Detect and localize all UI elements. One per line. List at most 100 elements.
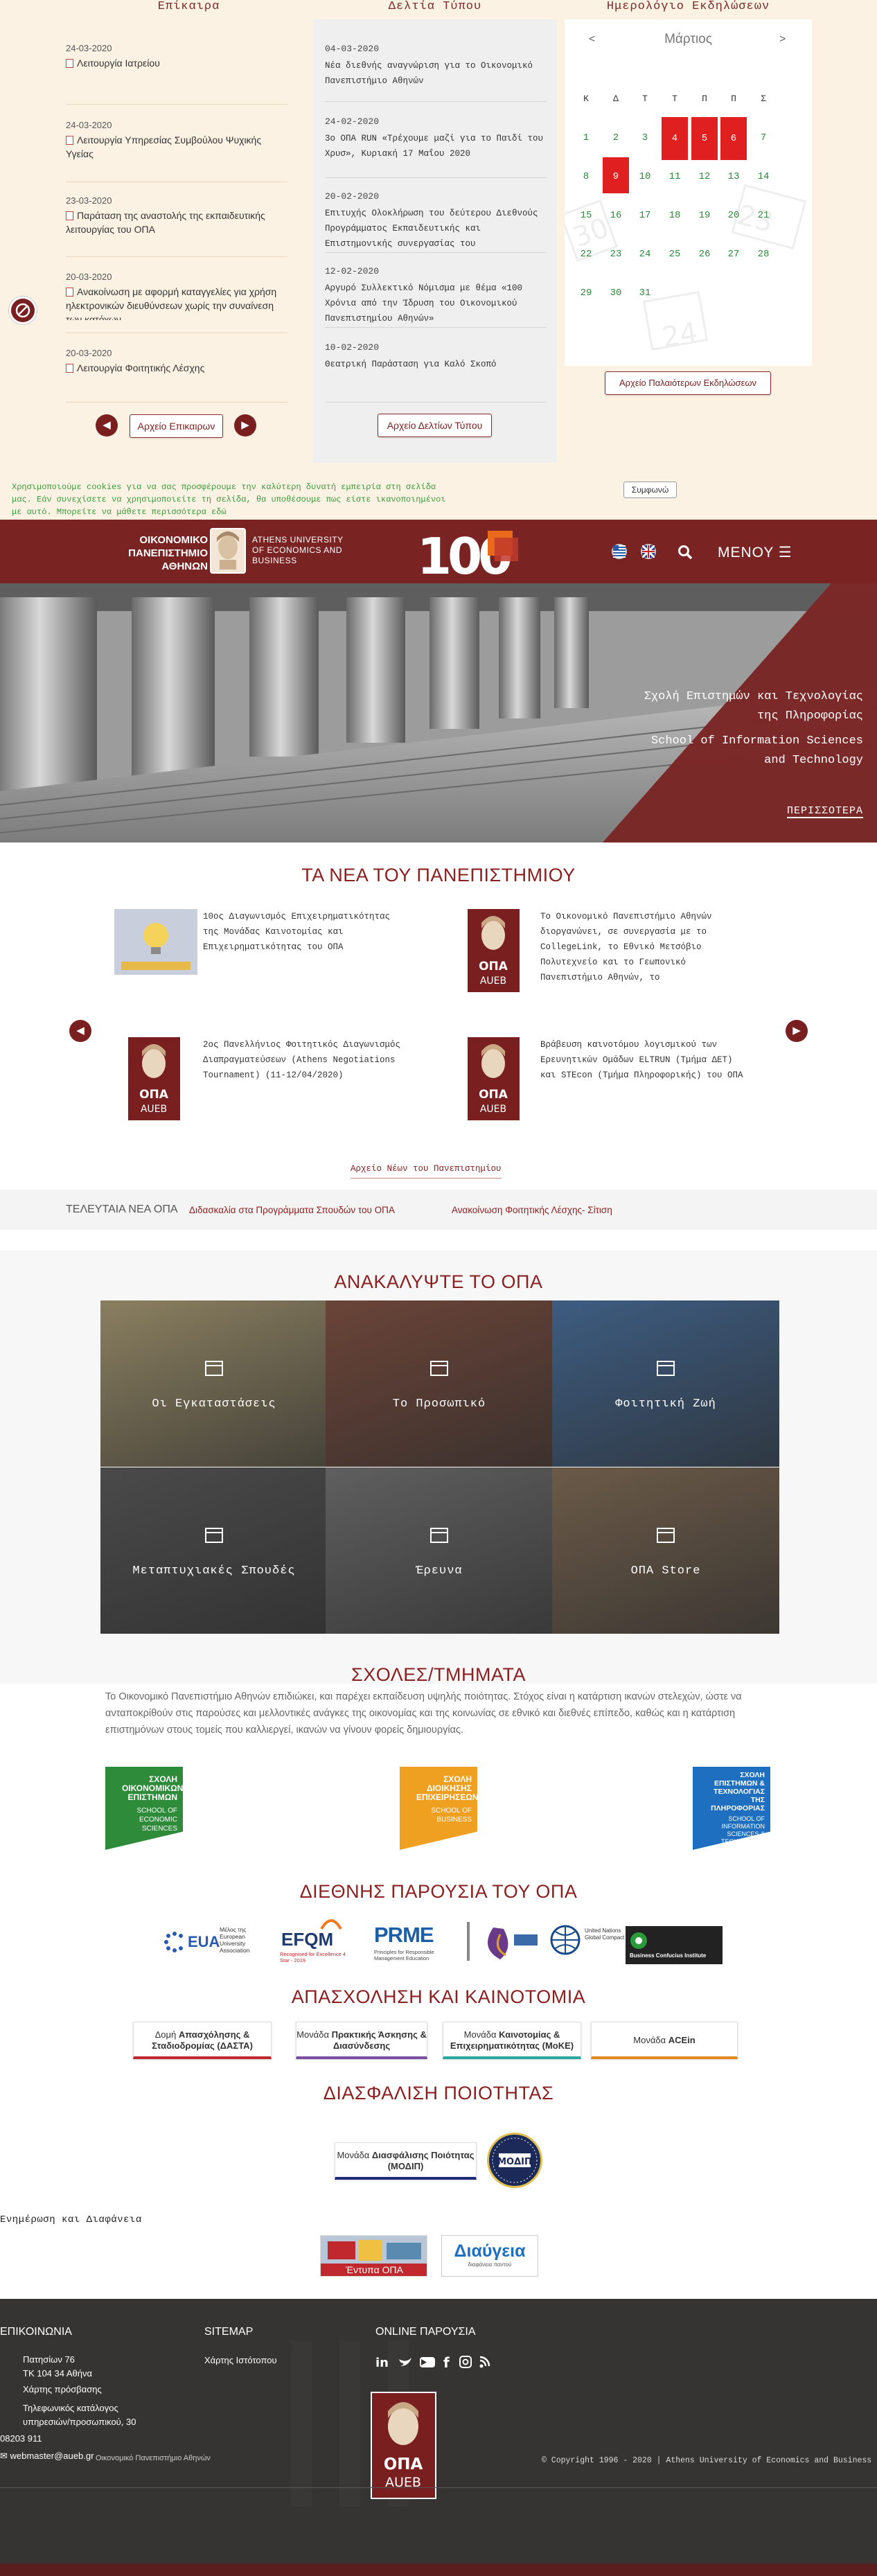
- press-item[interactable]: 10-02-2020 Θεατρική Παράσταση για Καλό Σ…: [325, 342, 547, 387]
- logo-emblem[interactable]: [210, 528, 246, 574]
- announcement-item[interactable]: 24-03-2020 Λειτουργία Υπηρεσίας Συμβούλο…: [66, 120, 287, 161]
- announcement-title[interactable]: Λειτουργία Ιατρείου: [77, 58, 160, 69]
- discover-tile[interactable]: Οι Εγκαταστάσεις: [100, 1300, 328, 1467]
- announcements-archive-button[interactable]: Αρχείο Επικαιρων: [130, 414, 223, 438]
- footer-sitemap-link[interactable]: Χάρτης Ιστότοπου: [204, 2354, 277, 2367]
- footer-map-link[interactable]: Χάρτης πρόσβασης: [23, 2383, 102, 2397]
- calendar-day[interactable]: 26: [691, 242, 718, 267]
- discover-tile[interactable]: Φοιτητική Ζωή: [552, 1300, 779, 1467]
- partner-efqm[interactable]: EFQM Recognised for Excellence 4 Star - …: [280, 1918, 356, 1964]
- footer-email[interactable]: webmaster@aueb.gr: [10, 2451, 94, 2461]
- diavgeia-link[interactable]: Διαύγεια διαφάνεια παντού: [441, 2235, 538, 2277]
- partner-confucius[interactable]: Business Confucius Institute: [626, 1926, 723, 1964]
- calendar-day[interactable]: 12: [691, 164, 718, 189]
- press-item[interactable]: 04-03-2020 Νέα διεθνής αναγνώριση για το…: [325, 44, 547, 89]
- press-item[interactable]: 24-02-2020 3ο ΟΠΑ RUN «Τρέχουμε μαζί για…: [325, 116, 547, 161]
- press-title[interactable]: Αργυρό Συλλεκτικό Νόμισμα με θέμα «100 Χ…: [325, 281, 547, 326]
- calendar-day[interactable]: 23: [603, 242, 629, 267]
- calendar-day[interactable]: 19: [691, 203, 718, 228]
- calendar-day[interactable]: 31: [632, 281, 658, 306]
- partner-eua[interactable]: EUA Μέλος της European University Associ…: [163, 1926, 267, 1961]
- discover-tile[interactable]: Έρευνα: [326, 1467, 553, 1634]
- calendar-day-event[interactable]: 5: [691, 117, 718, 160]
- employment-unit-button[interactable]: Μονάδα Πρακτικής Άσκησης & Διασύνδεσης: [296, 2022, 427, 2059]
- announcement-item[interactable]: 24-03-2020 Λειτουργία Ιατρείου: [66, 43, 287, 70]
- school-economics-logo[interactable]: ΣΧΟΛΗ ΟΙΚΟΝΟΜΙΚΩΝ ΕΠΙΣΤΗΜΩΝ SCHOOL OF EC…: [105, 1767, 183, 1850]
- footer-aueb-logo[interactable]: ΟΠΑ AUEB: [371, 2392, 436, 2499]
- partner-un-global-compact[interactable]: United Nations Global Compact: [549, 1921, 625, 1962]
- ticker-item[interactable]: Διδασκαλία στα Προγράμματα Σπουδών του Ο…: [189, 1205, 395, 1215]
- announcements-prev-button[interactable]: ◀: [96, 414, 118, 436]
- press-title[interactable]: 3ο ΟΠΑ RUN «Τρέχουμε μαζί για το Παιδί τ…: [325, 131, 547, 161]
- news-item[interactable]: ΟΠΑ AUEB Βράβευση καινοτόμου λογισμικού τ…: [468, 1037, 759, 1127]
- calendar-next-button[interactable]: >: [779, 33, 786, 46]
- news-archive-link[interactable]: Αρχείο Νέων του Πανεπιστημίου: [351, 1164, 502, 1179]
- calendar-day[interactable]: 8: [573, 164, 599, 189]
- announcement-title[interactable]: Λειτουργία Φοιτητικής Λέσχης: [77, 362, 204, 373]
- calendar-day[interactable]: 13: [720, 164, 747, 189]
- logo-greek[interactable]: ΟΙΚΟΝΟΜΙΚΟ ΠΑΝΕΠΙΣΤΗΜΙΟ ΑΘΗΝΩΝ: [114, 533, 208, 573]
- press-title[interactable]: Επιτυχής Ολοκλήρωση του δεύτερου Διεθνού…: [325, 206, 547, 252]
- calendar-day[interactable]: 3: [632, 125, 658, 150]
- news-prev-button[interactable]: ◀: [69, 1020, 91, 1042]
- news-thumbnail-aueb[interactable]: ΟΠΑ AUEB: [468, 909, 520, 992]
- calendar-day[interactable]: 21: [750, 203, 777, 228]
- calendar-day[interactable]: 2: [603, 125, 629, 150]
- employment-unit-button[interactable]: Μονάδα Καινοτομίας & Επιχειρηματικότητας…: [443, 2022, 581, 2059]
- press-title[interactable]: Νέα διεθνής αναγνώριση για το Οικονομικό…: [325, 58, 547, 89]
- footer-phonebook-link[interactable]: Τηλεφωνικός κατάλογος υπηρεσιών/προσωπικ…: [23, 2401, 165, 2429]
- announcement-item[interactable]: 20-03-2020 Ανακοίνωση με αφορμή καταγγελ…: [66, 272, 287, 320]
- calendar-day[interactable]: 28: [750, 242, 777, 267]
- calendar-day[interactable]: 15: [573, 203, 599, 228]
- announcement-item[interactable]: 23-03-2020 Παράταση της αναστολής της εκ…: [66, 195, 287, 236]
- calendar-day[interactable]: 10: [632, 164, 658, 189]
- news-text[interactable]: 10ος Διαγωνισμός Επιχειρηματικότητας της…: [203, 909, 411, 955]
- discover-tile[interactable]: Μεταπτυχιακές Σπουδές: [100, 1467, 328, 1634]
- calendar-archive-button[interactable]: Αρχείο Παλαιότερων Εκδηλώσεων: [605, 371, 771, 395]
- calendar-day[interactable]: 24: [632, 242, 658, 267]
- press-item[interactable]: 20-02-2020 Επιτυχής Ολοκλήρωση του δεύτε…: [325, 191, 547, 252]
- english-language-flag[interactable]: [641, 544, 656, 559]
- news-item[interactable]: ΟΠΑ AUEB 2ος Πανελλήνιος Φοιτητικός Διαγω…: [128, 1037, 419, 1127]
- calendar-day[interactable]: 1: [573, 125, 599, 150]
- news-text[interactable]: 2ος Πανελλήνιος Φοιτητικός Διαγωνισμός Δ…: [203, 1037, 411, 1083]
- announcement-title[interactable]: Ανακοίνωση με αφορμή καταγγελίες για χρή…: [66, 286, 276, 320]
- news-thumbnail-aueb[interactable]: ΟΠΑ AUEB: [128, 1037, 180, 1120]
- quality-unit-button[interactable]: Μονάδα Διασφάλισης Ποιότητας (ΜΟΔΙΠ): [335, 2142, 477, 2180]
- news-item[interactable]: 10ος Διαγωνισμός Επιχειρηματικότητας της…: [114, 909, 405, 999]
- calendar-day[interactable]: 25: [662, 242, 688, 267]
- press-archive-button[interactable]: Αρχείο Δελτίων Τύπου: [378, 414, 492, 437]
- school-business-logo[interactable]: ΣΧΟΛΗ ΔΙΟΙΚΗΣΗΣ ΕΠΙΧΕΙΡΗΣΕΩΝ SCHOOL OF B…: [400, 1767, 479, 1850]
- employment-unit-button[interactable]: Δομή Απασχόλησης & Σταδιοδρομίας (ΔΑΣΤΑ): [133, 2022, 272, 2059]
- calendar-day[interactable]: 30: [603, 281, 629, 306]
- calendar-day[interactable]: 16: [603, 203, 629, 228]
- partner-ribbon[interactable]: [466, 1921, 542, 1964]
- forms-link[interactable]: Έντυπα ΟΠΑ: [320, 2235, 427, 2277]
- calendar-day[interactable]: 11: [662, 164, 688, 189]
- calendar-day[interactable]: 20: [720, 203, 747, 228]
- accessibility-button[interactable]: [9, 297, 37, 324]
- calendar-day[interactable]: 29: [573, 281, 599, 306]
- calendar-day[interactable]: 14: [750, 164, 777, 189]
- announcement-title[interactable]: Λειτουργία Υπηρεσίας Συμβούλου Ψυχικής Υ…: [66, 134, 261, 159]
- news-thumbnail-aueb[interactable]: ΟΠΑ AUEB: [468, 1037, 520, 1120]
- hero-more-link[interactable]: ΠΕΡΙΣΣΟΤΕΡΑ: [786, 805, 863, 818]
- calendar-day[interactable]: 7: [750, 125, 777, 150]
- discover-tile[interactable]: ΟΠΑ Store: [552, 1467, 779, 1634]
- greek-language-flag[interactable]: [612, 544, 627, 559]
- announcements-next-button[interactable]: ▶: [234, 414, 256, 436]
- employment-unit-button[interactable]: Μονάδα ACEin: [591, 2022, 738, 2059]
- calendar-day-event[interactable]: 6: [720, 117, 747, 160]
- calendar-day-event[interactable]: 9: [603, 157, 629, 193]
- calendar-day[interactable]: 18: [662, 203, 688, 228]
- calendar-day[interactable]: 27: [720, 242, 747, 267]
- news-text[interactable]: Το Οικονομικό Πανεπιστήμιο Αθηνών διοργα…: [540, 909, 748, 985]
- press-item[interactable]: 12-02-2020 Αργυρό Συλλεκτικό Νόμισμα με …: [325, 266, 547, 326]
- news-thumbnail[interactable]: [114, 909, 197, 975]
- calendar-day[interactable]: 22: [573, 242, 599, 267]
- footer-email-row[interactable]: ✉ webmaster@aueb.gr: [0, 2449, 94, 2463]
- search-icon[interactable]: [677, 545, 693, 560]
- cookie-accept-button[interactable]: Συμφωνώ: [623, 482, 677, 498]
- school-information-logo[interactable]: ΣΧΟΛΗ ΕΠΙΣΤΗΜΩΝ & ΤΕΧΝΟΛΟΓΙΑΣ ΤΗΣ ΠΛΗΡΟΦ…: [693, 1767, 770, 1850]
- calendar-day-event[interactable]: 4: [662, 117, 688, 160]
